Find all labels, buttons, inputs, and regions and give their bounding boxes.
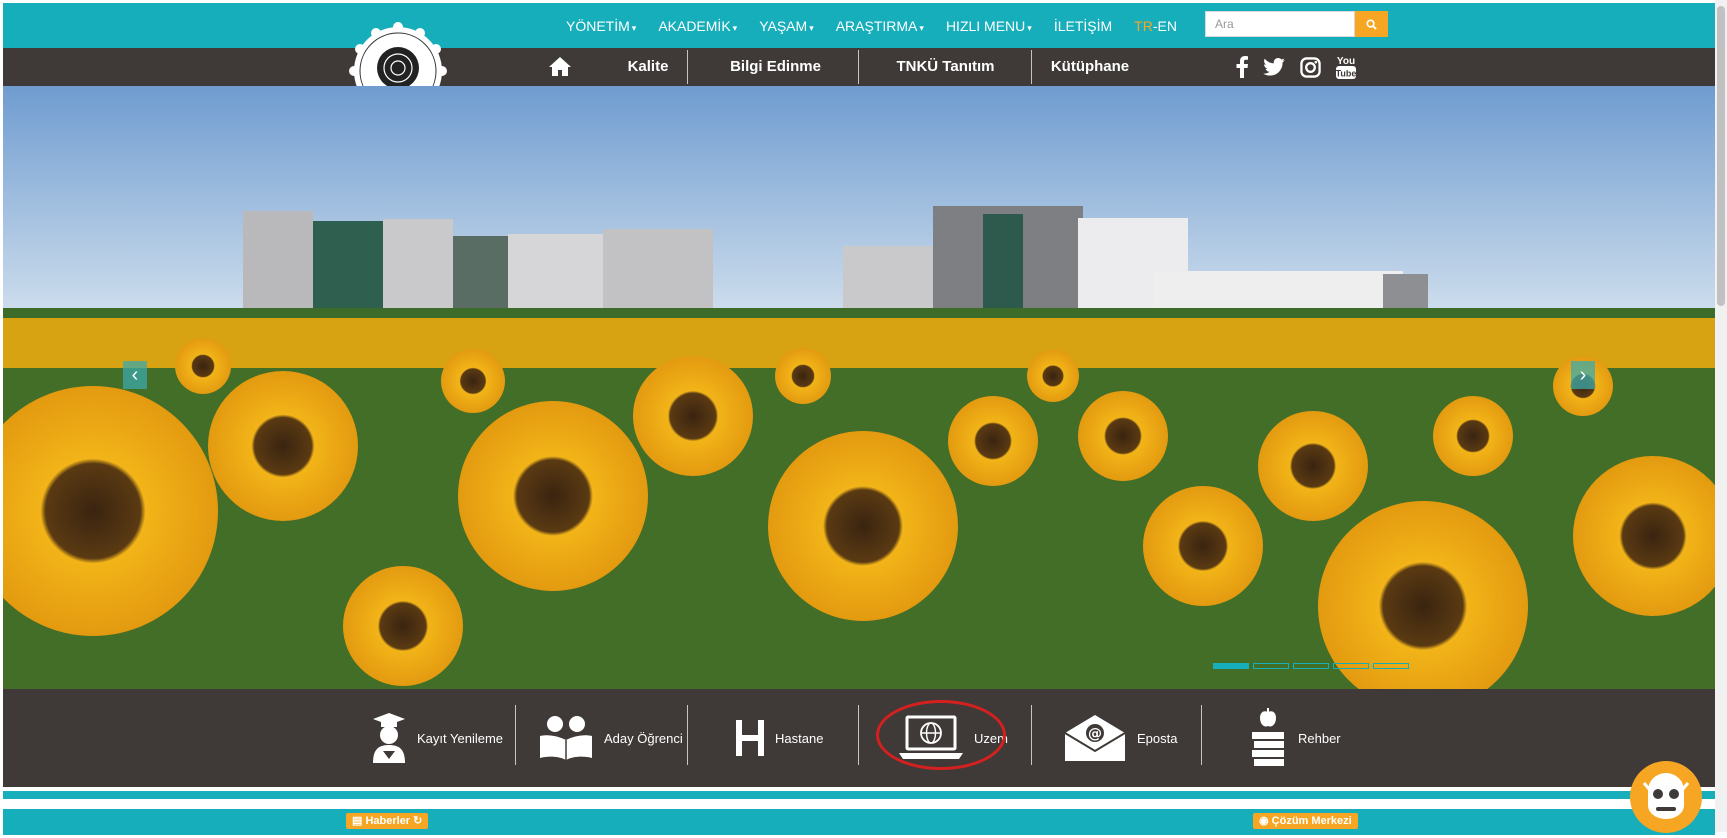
svg-text:@: @ (1088, 726, 1102, 742)
divider (687, 705, 688, 765)
subnav-tnku-tanitim[interactable]: TNKÜ Tanıtım (883, 48, 1008, 86)
chat-assistant-robot-icon[interactable] (1630, 761, 1702, 833)
solution-center-button[interactable]: ◉ Çözüm Merkezi (1253, 813, 1358, 829)
quick-links-bar: Kayıt Yenileme Aday Öğrenci Hastane Uzem… (3, 689, 1715, 787)
scrollbar-thumb[interactable] (1717, 6, 1725, 306)
quick-link-eposta[interactable]: @ Eposta (1063, 689, 1177, 787)
quick-link-hastane[interactable]: Hastane (735, 689, 823, 787)
divider (687, 50, 688, 84)
subnav-kutuphane[interactable]: Kütüphane (1035, 48, 1145, 86)
quick-link-rehber[interactable]: Rehber (1248, 689, 1341, 787)
graduate-icon (373, 713, 405, 763)
facebook-icon[interactable] (1235, 56, 1249, 83)
slider-dot[interactable] (1333, 663, 1369, 669)
youtube-icon[interactable]: You Tube (1335, 53, 1357, 86)
divider (515, 705, 516, 765)
menu-yonetim[interactable]: YÖNETİM ▾ (566, 18, 636, 34)
lang-en[interactable]: EN (1158, 18, 1177, 34)
slider-dot[interactable] (1373, 663, 1409, 669)
twitter-icon[interactable] (1263, 58, 1285, 81)
slider-dot[interactable] (1213, 663, 1249, 669)
home-icon[interactable] (548, 56, 572, 82)
highlight-circle-annotation (876, 700, 1006, 770)
browser-viewport: YÖNETİM ▾ AKADEMİK ▾ YAŞAM ▾ ARAŞTIRMA ▾ HIZ… (3, 3, 1715, 835)
svg-text:You: You (1337, 56, 1355, 67)
menu-hizli-menu[interactable]: HIZLI MENU ▾ (946, 18, 1032, 34)
menu-iletisim[interactable]: İLETİŞİM (1054, 18, 1112, 34)
divider (858, 705, 859, 765)
slider-dots (1213, 663, 1413, 669)
bottom-teal-strip (3, 809, 1715, 835)
divider (1031, 50, 1032, 84)
hero-slider: ‹ › (3, 86, 1715, 689)
quick-link-aday-ogrenci[interactable]: Aday Öğrenci (538, 689, 683, 787)
divider (1031, 705, 1032, 765)
search-input[interactable]: Ara (1205, 11, 1355, 37)
books-apple-icon (1252, 708, 1284, 766)
secondary-nav-bar: Kalite Bilgi Edinme TNKÜ Tanıtım Kütüpha… (3, 48, 1715, 86)
divider (858, 50, 859, 84)
teal-divider (3, 791, 1715, 799)
quick-link-kayit-yenileme[interactable]: Kayıt Yenileme (371, 689, 503, 787)
slider-dot[interactable] (1253, 663, 1289, 669)
menu-akademik[interactable]: AKADEMİK ▾ (658, 18, 737, 34)
svg-text:Tube: Tube (1336, 69, 1357, 79)
slider-next-arrow[interactable]: › (1571, 361, 1595, 389)
lang-tr[interactable]: TR (1134, 18, 1153, 34)
subnav-kalite[interactable]: Kalite (603, 48, 693, 86)
instagram-icon[interactable] (1300, 57, 1321, 83)
email-envelope-icon: @ (1064, 715, 1126, 761)
news-tab-button[interactable]: ▤ Haberler ↻ (346, 813, 429, 829)
language-switch[interactable]: TR-EN (1134, 18, 1177, 34)
menu-yasam[interactable]: YAŞAM ▾ (759, 18, 814, 34)
slider-prev-arrow[interactable]: ‹ (123, 361, 147, 389)
slider-dot[interactable] (1293, 663, 1329, 669)
hero-campus-sunflower-image (3, 86, 1715, 689)
main-menu: YÖNETİM ▾ AKADEMİK ▾ YAŞAM ▾ ARAŞTIRMA ▾ HIZ… (566, 3, 1177, 48)
search-button[interactable] (1355, 11, 1388, 37)
search-icon (1366, 18, 1377, 30)
divider (1201, 705, 1202, 765)
top-nav-bar: YÖNETİM ▾ AKADEMİK ▾ YAŞAM ▾ ARAŞTIRMA ▾ HIZ… (3, 3, 1715, 48)
subnav-bilgi-edinme[interactable]: Bilgi Edinme (718, 48, 833, 86)
hospital-h-icon (736, 720, 764, 756)
page-scrollbar[interactable] (1715, 0, 1727, 832)
menu-arastirma[interactable]: ARAŞTIRMA ▾ (836, 18, 924, 34)
reading-students-icon (540, 716, 592, 760)
